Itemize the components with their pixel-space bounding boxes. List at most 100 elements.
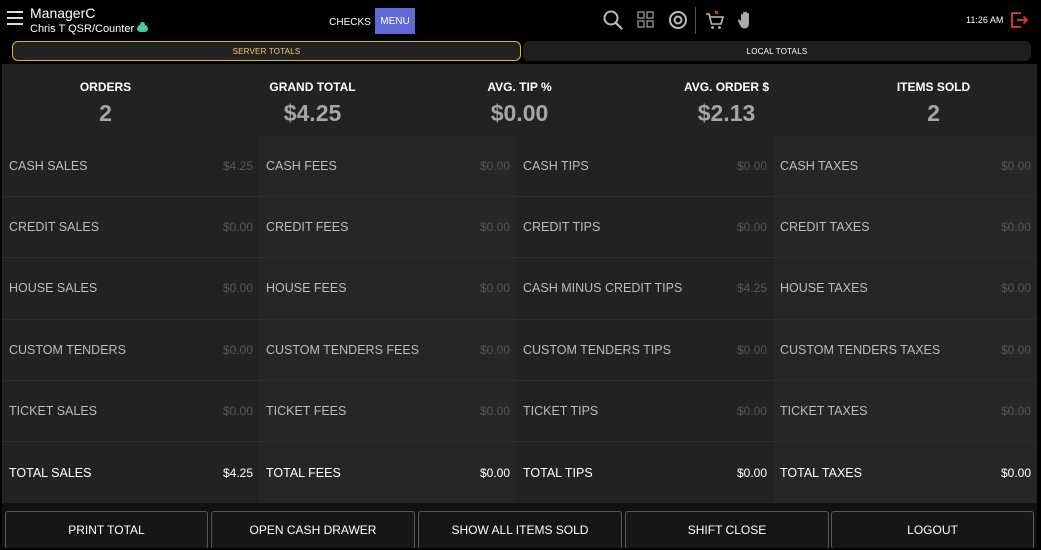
row-label: HOUSE SALES xyxy=(9,281,98,296)
row-label: CUSTOM TENDERS FEES xyxy=(266,342,420,357)
table-row: CREDIT TIPS $0.00 xyxy=(516,197,773,259)
table-row: CREDIT TAXES $0.00 xyxy=(773,197,1037,259)
user-subtitle-text: Chris T QSR/Counter xyxy=(30,23,135,35)
table-row: CASH TIPS $0.00 xyxy=(516,136,773,198)
checks-button[interactable]: CHECKS xyxy=(326,9,374,35)
hand-icon[interactable] xyxy=(735,9,757,31)
hamburger-icon[interactable] xyxy=(7,11,23,27)
app-frame: ManagerC Chris T QSR/Counter CHECKS MENU xyxy=(2,2,1037,548)
table-row: CUSTOM TENDERS TIPS $0.00 xyxy=(516,320,773,381)
row-value: $4.25 xyxy=(222,465,253,480)
row-label: CASH TIPS xyxy=(523,159,589,174)
row-value: $0.00 xyxy=(736,342,767,357)
taxes-column: CASH TAXES $0.00 CREDIT TAXES $0.00 HOUSE … xyxy=(773,136,1037,503)
search-icon[interactable] xyxy=(602,9,624,31)
table-row: CUSTOM TENDERS TAXES $0.00 xyxy=(773,320,1037,381)
totals-grid: CASH SALES $4.25 CREDIT SALES $0.00 HOUSE … xyxy=(2,136,1037,503)
stat-label: ORDERS xyxy=(79,80,132,94)
row-label: CREDIT FEES xyxy=(266,220,349,235)
stat-value: $2.13 xyxy=(697,100,756,126)
summary-stats: ORDERS 2 GRAND TOTAL $4.25 AVG. TIP % $0… xyxy=(2,64,1037,136)
table-row: CASH TAXES $0.00 xyxy=(773,136,1037,198)
row-value: $0.00 xyxy=(222,220,253,235)
target-icon[interactable] xyxy=(667,9,689,31)
action-bar: PRINT TOTAL OPEN CASH DRAWER SHOW ALL IT… xyxy=(2,503,1037,548)
table-row: HOUSE SALES $0.00 xyxy=(2,258,259,320)
row-value: $0.00 xyxy=(1000,159,1031,174)
table-row: CASH FEES $0.00 xyxy=(259,136,516,198)
row-value: $4.25 xyxy=(222,159,253,174)
table-row: CREDIT FEES $0.00 xyxy=(259,197,516,259)
total-row: TOTAL SALES $4.25 xyxy=(2,442,259,503)
row-label: HOUSE TAXES xyxy=(780,281,868,296)
row-label: TICKET TAXES xyxy=(780,403,868,418)
row-value: $0.00 xyxy=(479,465,510,480)
row-value: $0.00 xyxy=(479,220,510,235)
table-row: CREDIT SALES $0.00 xyxy=(2,197,259,259)
stat-items-sold: ITEMS SOLD 2 xyxy=(830,64,1037,136)
print-total-button[interactable]: PRINT TOTAL xyxy=(5,511,208,548)
table-row: TICKET TAXES $0.00 xyxy=(773,381,1037,442)
table-row: HOUSE TAXES $0.00 xyxy=(773,258,1037,320)
row-value: $0.00 xyxy=(479,281,510,296)
row-label: CREDIT TAXES xyxy=(780,220,870,235)
row-value: $0.00 xyxy=(222,342,253,357)
table-row: TICKET FEES $0.00 xyxy=(259,381,516,442)
row-value: $0.00 xyxy=(736,403,767,418)
total-row: TOTAL FEES $0.00 xyxy=(259,442,516,503)
stat-grand-total: GRAND TOTAL $4.25 xyxy=(209,64,416,136)
row-label: TICKET TIPS xyxy=(523,403,599,418)
top-bar: ManagerC Chris T QSR/Counter CHECKS MENU xyxy=(2,2,1037,40)
fees-column: CASH FEES $0.00 CREDIT FEES $0.00 HOUSE FE… xyxy=(259,136,516,503)
row-value: $0.00 xyxy=(1000,403,1031,418)
row-label: CASH FEES xyxy=(266,159,337,174)
stat-label: AVG. ORDER $ xyxy=(683,80,770,94)
grid-icon[interactable] xyxy=(635,9,657,31)
row-value: $0.00 xyxy=(1000,465,1031,480)
tab-local-totals[interactable]: LOCAL TOTALS xyxy=(523,41,1031,61)
row-value: $0.00 xyxy=(736,159,767,174)
sales-column: CASH SALES $4.25 CREDIT SALES $0.00 HOUSE … xyxy=(2,136,259,503)
row-label: CUSTOM TENDERS TAXES xyxy=(780,342,941,357)
clock: 11:26 AM xyxy=(966,15,1004,25)
table-row: TICKET TIPS $0.00 xyxy=(516,381,773,442)
open-cash-drawer-button[interactable]: OPEN CASH DRAWER xyxy=(211,511,415,548)
row-label: TOTAL SALES xyxy=(9,465,92,480)
row-label: TICKET SALES xyxy=(9,403,97,418)
totals-tabs: SERVER TOTALS LOCAL TOTALS xyxy=(2,40,1037,64)
row-value: $0.00 xyxy=(736,465,767,480)
stat-label: ITEMS SOLD xyxy=(896,80,971,94)
row-label: TOTAL TIPS xyxy=(523,465,593,480)
row-label: TICKET FEES xyxy=(266,403,347,418)
stat-value: $0.00 xyxy=(490,100,549,126)
user-subtitle: Chris T QSR/Counter xyxy=(30,21,149,35)
table-row: CASH MINUS CREDIT TIPS $4.25 xyxy=(516,258,773,320)
row-value: $0.00 xyxy=(736,220,767,235)
shift-close-button[interactable]: SHIFT CLOSE xyxy=(625,511,829,548)
total-row: TOTAL TIPS $0.00 xyxy=(516,442,773,503)
stat-value: 2 xyxy=(927,100,940,126)
menu-button[interactable]: MENU xyxy=(375,8,415,34)
row-label: TOTAL FEES xyxy=(266,465,341,480)
stat-label: GRAND TOTAL xyxy=(269,80,356,94)
row-value: $0.00 xyxy=(222,281,253,296)
row-label: CREDIT SALES xyxy=(9,220,100,235)
row-label: CASH SALES xyxy=(9,159,88,174)
row-value: $0.00 xyxy=(1000,342,1031,357)
row-label: TOTAL TAXES xyxy=(780,465,862,480)
cloud-icon xyxy=(137,21,149,32)
cart-icon[interactable] xyxy=(704,9,726,31)
stat-avg-order: AVG. ORDER $ $2.13 xyxy=(623,64,830,136)
logout-icon[interactable] xyxy=(1009,10,1029,30)
stat-orders: ORDERS 2 xyxy=(2,64,209,136)
row-label: CASH MINUS CREDIT TIPS xyxy=(523,281,683,296)
tips-column: CASH TIPS $0.00 CREDIT TIPS $0.00 CASH MIN… xyxy=(516,136,773,503)
table-row: TICKET SALES $0.00 xyxy=(2,381,259,442)
row-value: $0.00 xyxy=(1000,220,1031,235)
tab-server-totals[interactable]: SERVER TOTALS xyxy=(12,41,521,61)
row-value: $0.00 xyxy=(479,403,510,418)
row-label: HOUSE FEES xyxy=(266,281,347,296)
logout-button[interactable]: LOGOUT xyxy=(831,511,1034,548)
row-value: $0.00 xyxy=(1000,281,1031,296)
show-all-items-sold-button[interactable]: SHOW ALL ITEMS SOLD xyxy=(418,511,622,548)
